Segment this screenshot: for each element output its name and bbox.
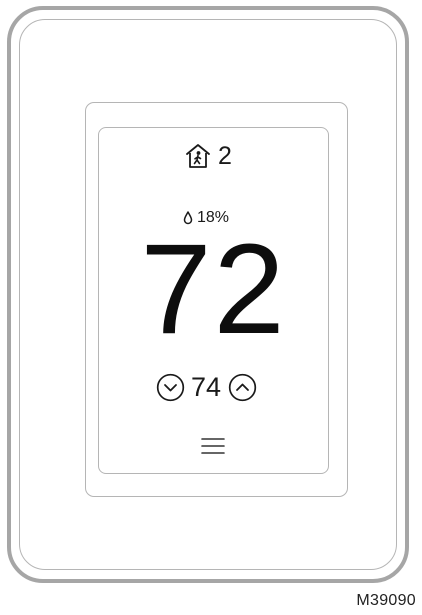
chevron-down-circle-icon[interactable]: [156, 373, 185, 402]
occupancy-count: 2: [218, 141, 232, 170]
thermostat-diagram: 2 18% 72 74 M39090: [0, 0, 422, 615]
setpoint-control: 74: [156, 371, 257, 403]
home-person-icon: [185, 142, 211, 170]
indoor-temperature: 72: [140, 218, 287, 361]
hamburger-menu-icon[interactable]: [200, 436, 226, 456]
occupancy-indicator[interactable]: 2: [185, 141, 232, 171]
chevron-up-circle-icon[interactable]: [228, 373, 257, 402]
figure-id: M39090: [356, 592, 416, 609]
setpoint-value: 74: [191, 371, 222, 402]
